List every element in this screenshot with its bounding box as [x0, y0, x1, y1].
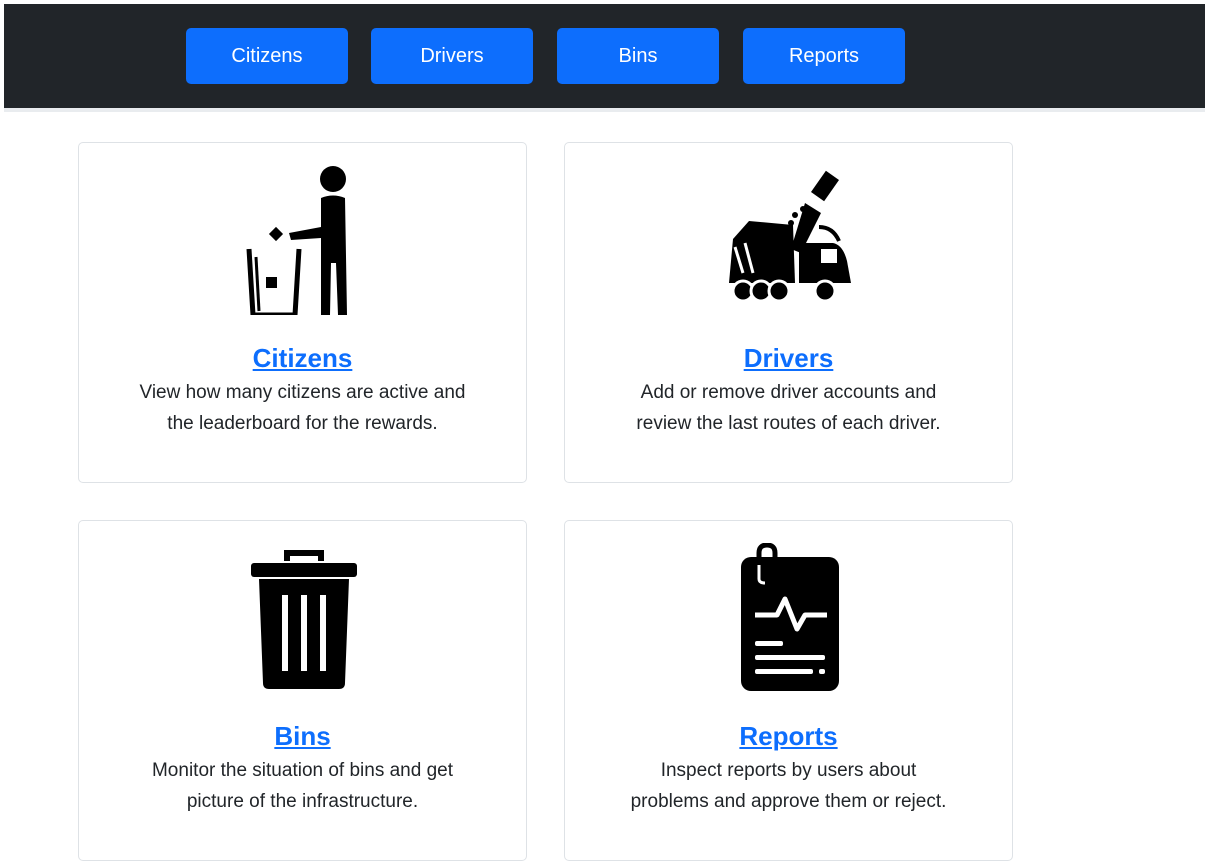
drivers-card-description-line1: Add or remove driver accounts and: [640, 382, 937, 403]
top-navbar: Citizens Drivers Bins Reports: [4, 4, 1205, 112]
citizens-card-description: View how many citizens are active and th…: [79, 377, 526, 439]
reports-card-description-line1: Inspect reports by users about: [660, 760, 917, 781]
drivers-card-title-link[interactable]: Drivers: [565, 341, 1012, 375]
report-clipboard-icon: [741, 543, 839, 691]
citizens-card-icon-area: [79, 143, 526, 343]
reports-card-description-line2: problems and approve them or reject.: [630, 791, 947, 812]
reports-card-icon-area: [565, 521, 1012, 721]
nav-drivers-button[interactable]: Drivers: [371, 28, 533, 84]
person-trash-icon: [246, 166, 347, 315]
garbage-truck-icon: [729, 170, 851, 303]
reports-card-description: Inspect reports by users about problems …: [565, 755, 1012, 817]
bins-card-description: Monitor the situation of bins and get pi…: [79, 755, 526, 817]
trash-bin-icon: [251, 550, 357, 689]
citizens-card-title-link[interactable]: Citizens: [79, 341, 526, 375]
nav-citizens-button[interactable]: Citizens: [186, 28, 348, 84]
bins-card-description-line2: picture of the infrastructure.: [186, 791, 419, 812]
citizens-card: Citizens View how many citizens are acti…: [78, 142, 527, 483]
drivers-card-description: Add or remove driver accounts and review…: [565, 377, 1012, 439]
nav-bins-button[interactable]: Bins: [557, 28, 719, 84]
reports-card: Reports Inspect reports by users about p…: [564, 520, 1013, 861]
drivers-card: Drivers Add or remove driver accounts an…: [564, 142, 1013, 483]
bins-card-icon-area: [79, 521, 526, 721]
bins-card: Bins Monitor the situation of bins and g…: [78, 520, 527, 861]
bins-card-title-link[interactable]: Bins: [79, 719, 526, 753]
citizens-card-description-line2: the leaderboard for the rewards.: [167, 413, 438, 434]
drivers-card-icon-area: [565, 143, 1012, 343]
bins-card-description-line1: Monitor the situation of bins and get: [151, 760, 454, 781]
citizens-card-description-line1: View how many citizens are active and: [139, 382, 466, 403]
reports-card-title-link[interactable]: Reports: [565, 719, 1012, 753]
drivers-card-description-line2: review the last routes of each driver.: [636, 413, 941, 434]
nav-reports-button[interactable]: Reports: [743, 28, 905, 84]
